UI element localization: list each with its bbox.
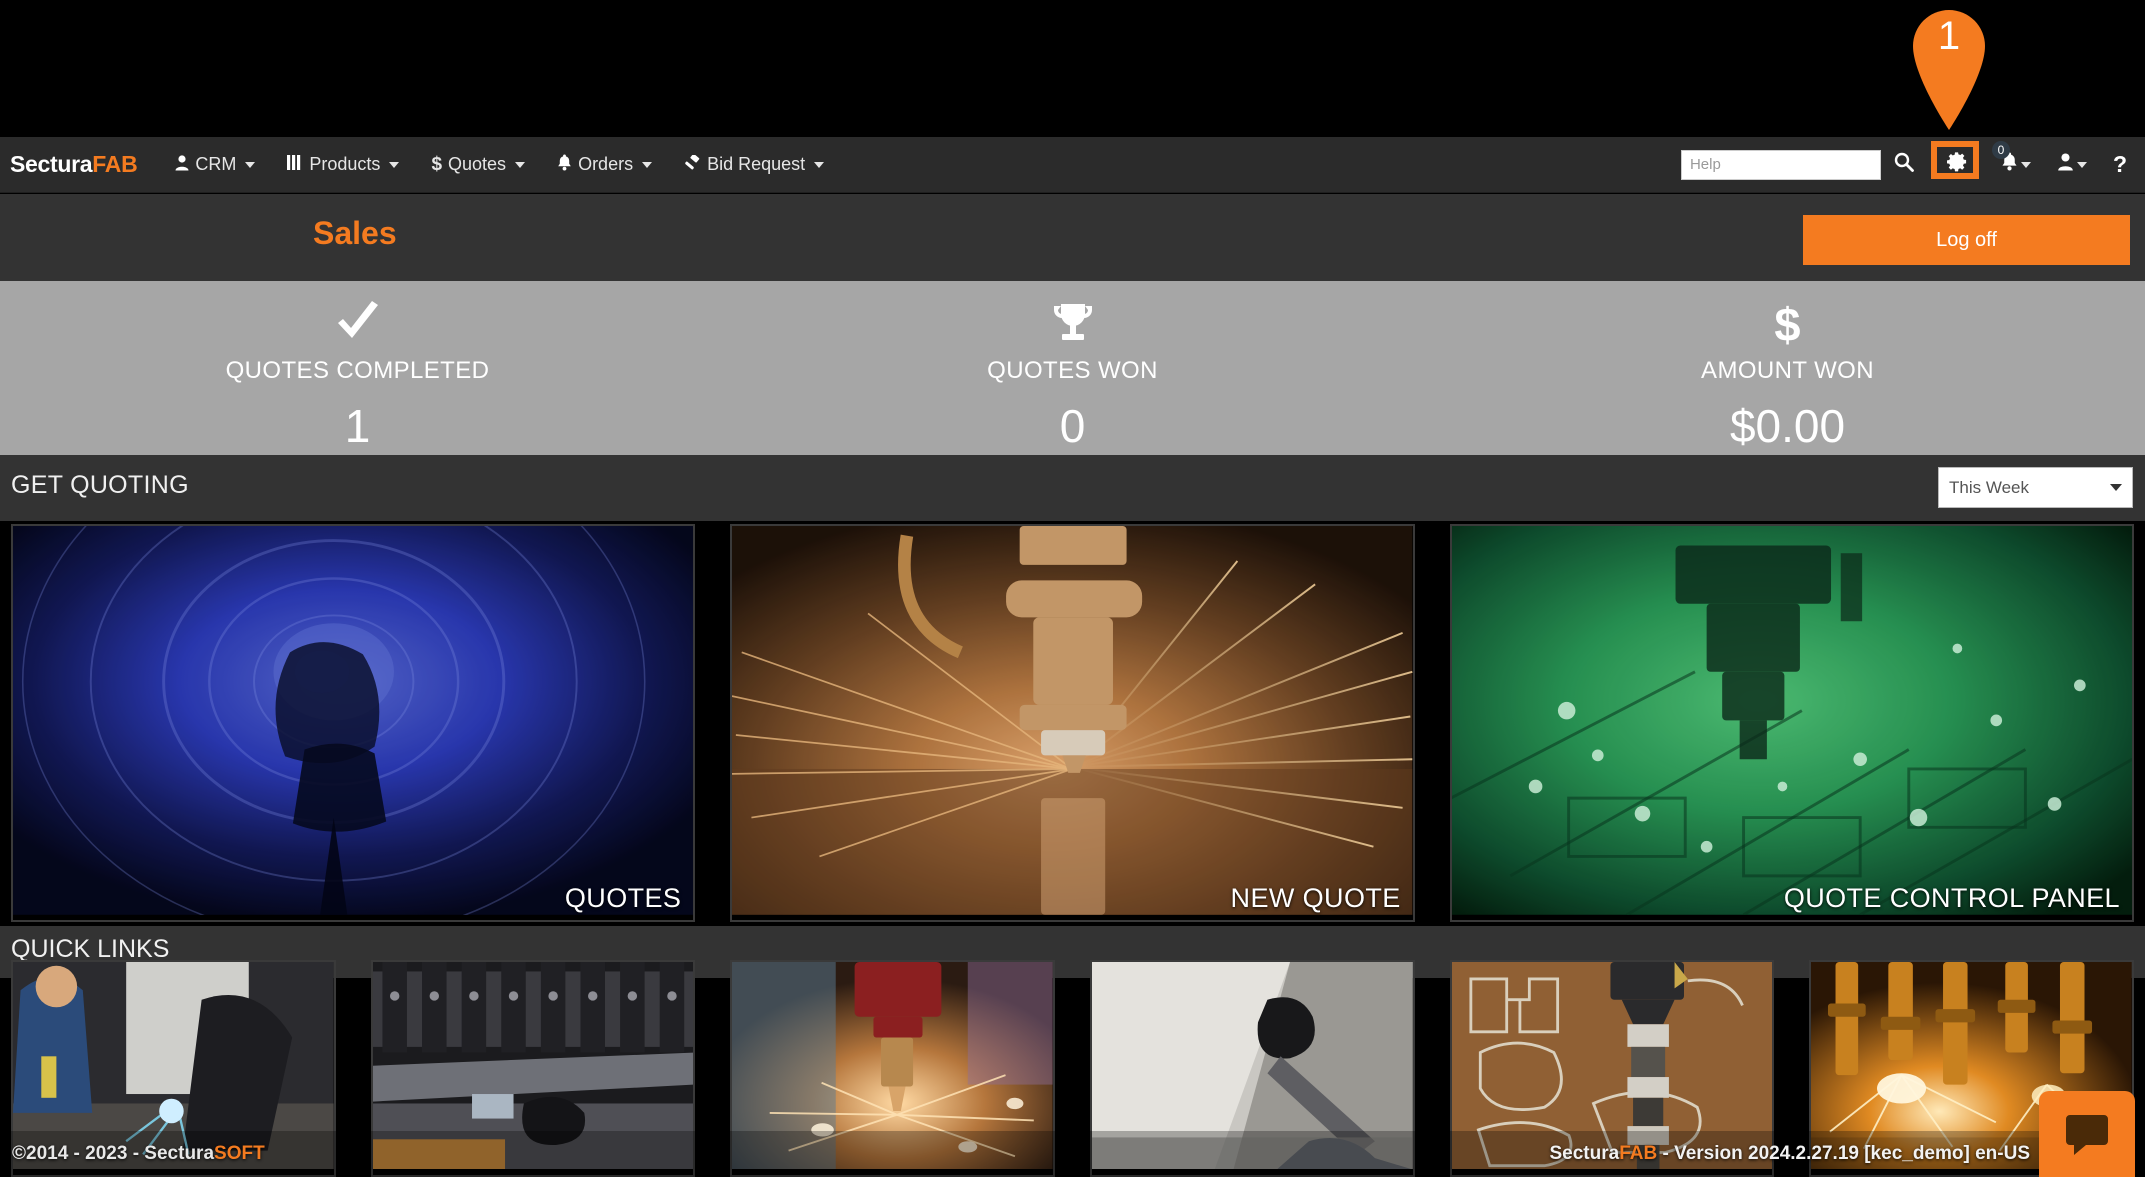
quick-link-deburr[interactable]	[1090, 960, 1415, 1177]
help-button[interactable]: ?	[2100, 145, 2131, 185]
top-black-strip	[0, 0, 2145, 137]
stat-value: 1	[0, 399, 715, 453]
user-icon	[2057, 153, 2074, 177]
question-mark-icon: ?	[2113, 151, 2127, 178]
card-new-quote-image	[732, 526, 1412, 915]
brand-logo[interactable]: SecturaFAB	[10, 151, 137, 178]
chevron-down-icon	[2021, 162, 2031, 168]
brand-second: FAB	[92, 151, 137, 177]
card-new-quote[interactable]: NEW QUOTE	[730, 524, 1414, 922]
card-new-quote-label: NEW QUOTE	[1231, 883, 1401, 914]
callout-number: 1	[1905, 14, 1993, 59]
quick-link-press-brake-image	[373, 962, 694, 1169]
card-quote-control-panel-label: QUOTE CONTROL PANEL	[1784, 883, 2120, 914]
chevron-down-icon	[515, 162, 525, 168]
stat-value: $0.00	[1430, 399, 2145, 453]
quick-link-press-brake[interactable]	[371, 960, 696, 1177]
card-quote-control-panel-image	[1452, 526, 2132, 915]
callout-marker-1: 1	[1905, 2, 1993, 130]
nav-item-crm-label: CRM	[195, 154, 236, 175]
nav-menu: CRM Products $ Quotes Orders	[159, 148, 840, 181]
page-header-bar: Sales Log off	[0, 194, 2145, 281]
copyright-suffix: SOFT	[214, 1143, 265, 1164]
card-quotes-label: QUOTES	[565, 883, 681, 914]
search-icon	[1894, 152, 1914, 178]
account-button[interactable]	[2044, 145, 2100, 185]
stat-label: AMOUNT WON	[1430, 357, 2145, 385]
check-icon	[0, 301, 715, 353]
nav-item-quotes[interactable]: $ Quotes	[415, 148, 541, 181]
stat-quotes-completed: QUOTES COMPLETED 1	[0, 281, 715, 455]
get-quoting-bar: GET QUOTING This Week	[0, 455, 2145, 521]
trophy-icon	[715, 301, 1430, 353]
nav-item-quotes-label: Quotes	[448, 154, 506, 175]
chevron-down-icon	[2110, 484, 2122, 491]
period-select-value: This Week	[1949, 478, 2029, 498]
chevron-down-icon	[642, 162, 652, 168]
quick-link-deburr-image	[1092, 962, 1413, 1169]
dollar-icon: $	[1430, 301, 2145, 353]
notifications-button[interactable]: 0	[1988, 145, 2044, 185]
card-quotes[interactable]: QUOTES	[11, 524, 695, 922]
gear-icon	[1947, 151, 1968, 178]
stat-label: QUOTES COMPLETED	[0, 357, 715, 385]
version-details: - Version 2024.2.27.19 [kec_demo] en-US	[1657, 1143, 2030, 1164]
stat-amount-won: $ AMOUNT WON $0.00	[1430, 281, 2145, 455]
nav-item-crm[interactable]: CRM	[159, 148, 271, 181]
notification-badge: 0	[1992, 141, 2010, 159]
chat-widget-button[interactable]	[2039, 1091, 2135, 1177]
copyright-prefix: ©2014 - 2023 - Sectura	[12, 1143, 214, 1164]
stat-label: QUOTES WON	[715, 357, 1430, 385]
version-brand-first: Sectura	[1550, 1143, 1620, 1164]
nav-item-orders-label: Orders	[578, 154, 633, 175]
brand-first: Sectura	[10, 151, 92, 177]
copyright-text: ©2014 - 2023 - SecturaSOFT	[12, 1143, 265, 1165]
nav-item-bid-request-label: Bid Request	[707, 154, 805, 175]
get-quoting-title: GET QUOTING	[11, 471, 189, 500]
user-icon	[175, 155, 189, 175]
stat-quotes-won: QUOTES WON 0	[715, 281, 1430, 455]
bell-icon	[557, 154, 572, 175]
stat-value: 0	[715, 399, 1430, 453]
period-select[interactable]: This Week	[1938, 467, 2133, 508]
nav-item-orders[interactable]: Orders	[541, 148, 668, 181]
page-title: Sales	[313, 215, 397, 252]
get-quoting-cards: QUOTES	[11, 524, 2134, 922]
version-text: SecturaFAB - Version 2024.2.27.19 [kec_d…	[1550, 1143, 2031, 1165]
nav-item-products-label: Products	[309, 154, 380, 175]
quick-link-plasma[interactable]	[730, 960, 1055, 1177]
dollar-icon: $	[431, 155, 442, 174]
quick-link-plasma-image	[732, 962, 1053, 1169]
quick-link-welder-image	[13, 962, 334, 1169]
gavel-icon	[684, 155, 701, 175]
nav-item-products[interactable]: Products	[271, 148, 415, 181]
version-brand-second: FAB	[1619, 1143, 1657, 1164]
logoff-button[interactable]: Log off	[1803, 215, 2130, 265]
nav-item-bid-request[interactable]: Bid Request	[668, 148, 840, 181]
quick-link-punch-image	[1452, 962, 1773, 1169]
nav-right-tools: 0 ?	[1681, 145, 2145, 185]
bars-icon	[287, 155, 303, 174]
chat-bubble-icon	[2064, 1111, 2110, 1157]
search-input[interactable]	[1681, 150, 1881, 180]
main-navbar: SecturaFAB CRM Products $ Quotes	[0, 137, 2145, 193]
settings-button[interactable]	[1927, 145, 1988, 185]
chevron-down-icon	[2077, 162, 2087, 168]
chevron-down-icon	[389, 162, 399, 168]
card-quote-control-panel[interactable]: QUOTE CONTROL PANEL	[1450, 524, 2134, 922]
search-button[interactable]	[1881, 145, 1927, 185]
stats-bar: QUOTES COMPLETED 1 QUOTES WON 0 $ AMOUNT…	[0, 281, 2145, 455]
chevron-down-icon	[245, 162, 255, 168]
page-root: 1 SecturaFAB CRM Products $	[0, 0, 2145, 1177]
card-quotes-image	[13, 526, 693, 915]
chevron-down-icon	[814, 162, 824, 168]
